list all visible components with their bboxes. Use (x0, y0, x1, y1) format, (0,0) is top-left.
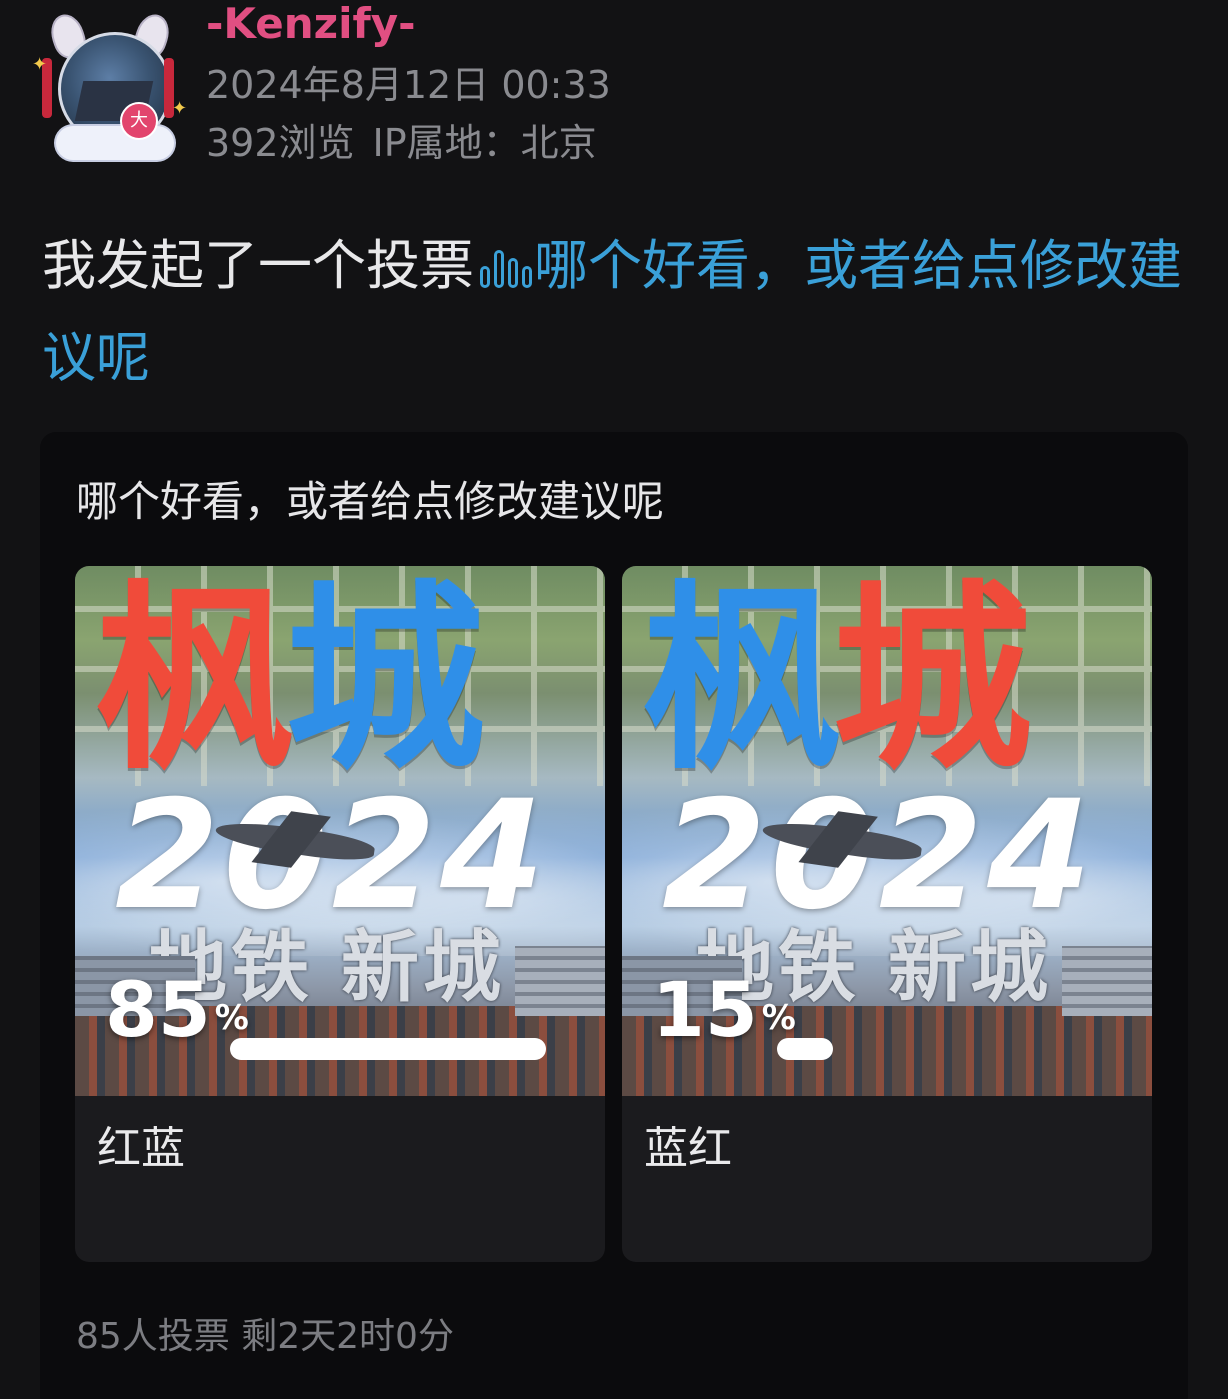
post-prefix: 我发起了一个投票 (42, 234, 474, 297)
poll-card: 哪个好看，或者给点修改建议呢 枫城 2024 地铁新城 85% (40, 432, 1188, 1399)
option-image: 枫城 2024 地铁新城 85% (75, 566, 605, 1096)
sparkle-icon: ✦ (32, 54, 48, 75)
option-percent-value: 85 (105, 965, 211, 1054)
option-percent-bar (777, 1038, 833, 1060)
post-meta: 392浏览 IP属地：北京 (206, 120, 597, 166)
image-title: 枫城 (95, 570, 595, 790)
image-title-char-2: 城 (832, 566, 1032, 797)
post-datetime: 2024年8月12日 00:33 (206, 63, 611, 107)
sparkle-icon: ✦ (172, 98, 188, 119)
option-label: 红蓝 (97, 1123, 185, 1174)
poll-footer: 85人投票 剩2天2时0分 (76, 1316, 454, 1357)
poll-option-1[interactable]: 枫城 2024 地铁新城 85% 红蓝 (75, 566, 605, 1262)
image-title-char-1: 枫 (95, 566, 295, 797)
option-percent-symbol: % (761, 998, 796, 1038)
option-percent: 15% (652, 970, 796, 1050)
poll-bars-icon (476, 244, 532, 294)
view-count: 392浏览 (206, 121, 355, 165)
poll-option-2[interactable]: 枫城 2024 地铁新城 15% 蓝红 (622, 566, 1152, 1262)
image-subtitle-b: 新城 (341, 922, 506, 1013)
post-page: ✦ ✦ 大 -Kenzify- 2024年8月12日 00:33 392浏览 IP… (0, 0, 1228, 1399)
username[interactable]: -Kenzify- (206, 0, 416, 48)
option-image: 枫城 2024 地铁新城 15% (622, 566, 1152, 1096)
option-percent-value: 15 (652, 965, 758, 1054)
option-percent: 85% (105, 970, 249, 1050)
option-percent-symbol: % (214, 998, 249, 1038)
image-title-char-1: 枫 (642, 566, 842, 797)
option-label: 蓝红 (644, 1123, 732, 1174)
post-body: 我发起了一个投票 哪个好看，或者给点修改建议呢 (42, 220, 1192, 404)
image-title: 枫城 (642, 570, 1142, 790)
image-subtitle-b: 新城 (888, 922, 1053, 1013)
image-title-char-2: 城 (285, 566, 485, 797)
poll-question: 哪个好看，或者给点修改建议呢 (76, 477, 665, 526)
option-percent-bar (230, 1038, 546, 1060)
ip-location: IP属地：北京 (372, 121, 597, 165)
avatar[interactable]: ✦ ✦ 大 (26, 10, 188, 168)
avatar-badge: 大 (120, 102, 158, 140)
avatar-cloud-frame (56, 126, 174, 160)
